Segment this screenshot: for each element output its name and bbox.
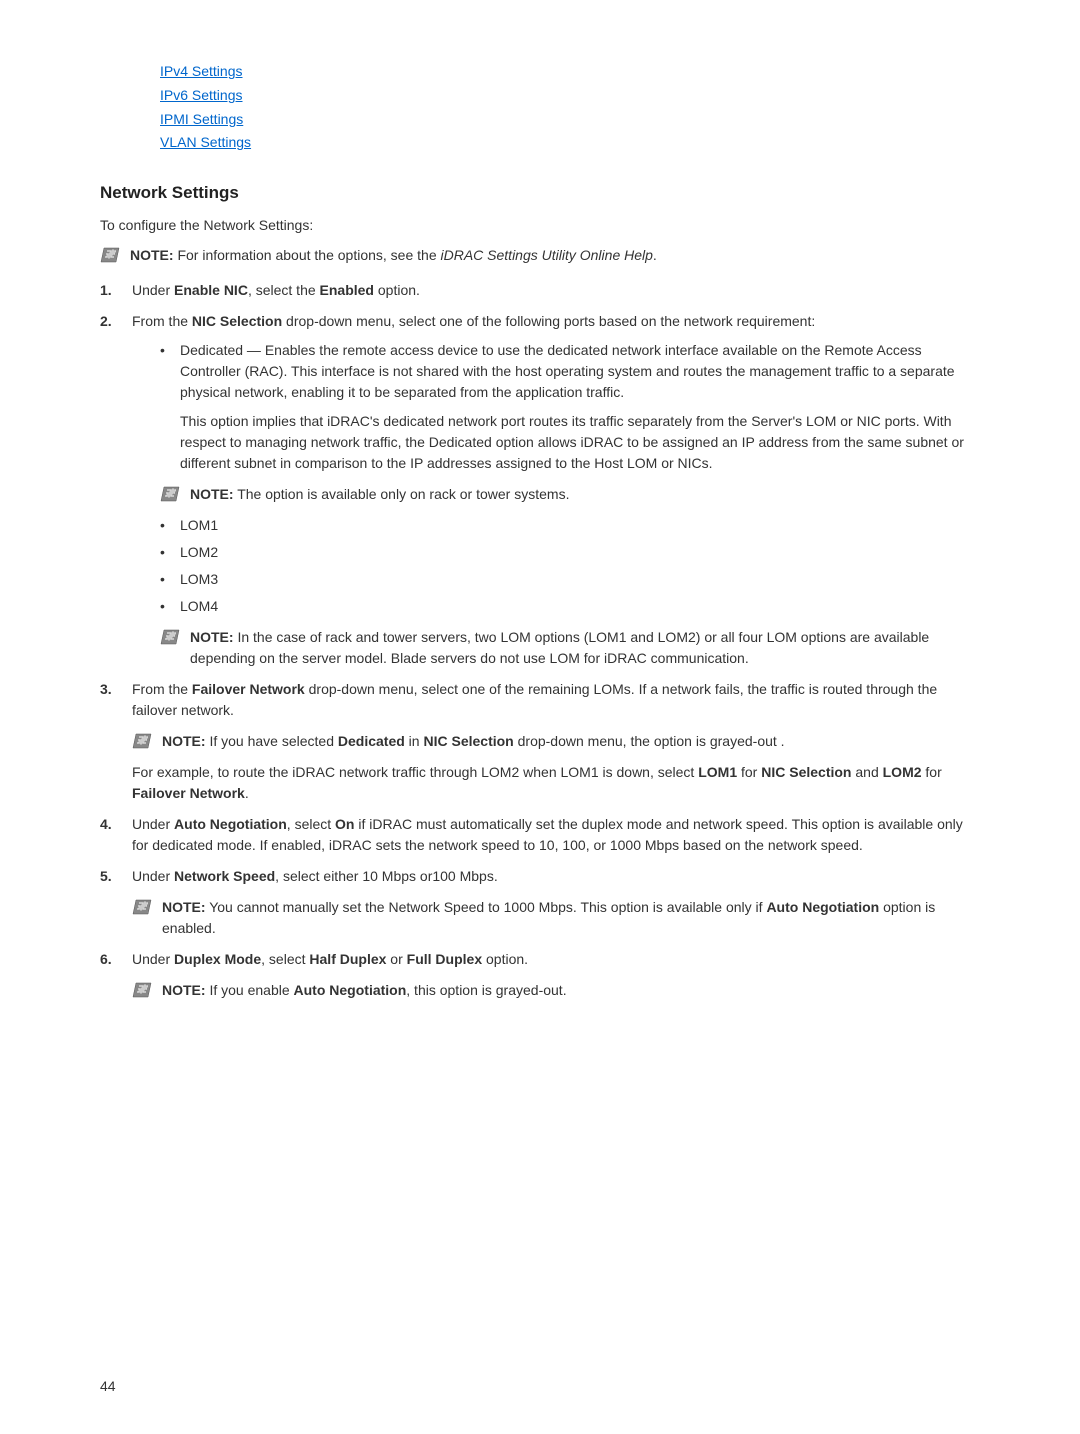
note2-text: In the case of rack and tower servers, t… — [190, 629, 929, 666]
link-vlan[interactable]: VLAN Settings — [160, 131, 980, 155]
note1-text: The option is available only on rack or … — [234, 486, 570, 502]
ex-b2: NIC Selection — [761, 764, 851, 780]
note-icon — [160, 629, 180, 645]
page-number: 44 — [100, 1378, 116, 1394]
step4-t2: , select — [287, 816, 335, 832]
note-text-part1: For information about the options, see t… — [174, 247, 441, 263]
ex-t2: for — [737, 764, 761, 780]
note2-label: NOTE: — [190, 629, 234, 645]
link-ipv6[interactable]: IPv6 Settings — [160, 84, 980, 108]
note-icon — [132, 899, 152, 915]
step1-suffix: option. — [374, 282, 420, 298]
step1-text: Under — [132, 282, 174, 298]
note-auto-negotiation: NOTE: If you enable Auto Negotiation, th… — [132, 980, 980, 1001]
section-heading: Network Settings — [100, 183, 980, 203]
step6-b2: Half Duplex — [309, 951, 386, 967]
step5-note-t1: You cannot manually set the Network Spee… — [206, 899, 767, 915]
step3-note-t1: If you have selected — [206, 733, 338, 749]
step-4: Under Auto Negotiation, select On if iDR… — [100, 814, 980, 856]
note-icon — [100, 247, 120, 263]
ex-b3: LOM2 — [883, 764, 922, 780]
note-rack-tower: NOTE: The option is available only on ra… — [132, 484, 980, 505]
step5-note-label: NOTE: — [162, 899, 206, 915]
related-links: IPv4 Settings IPv6 Settings IPMI Setting… — [100, 60, 980, 155]
step3-note-b1: Dedicated — [338, 733, 405, 749]
ex-b4: Failover Network — [132, 785, 245, 801]
step6-t4: option. — [482, 951, 528, 967]
link-ipmi[interactable]: IPMI Settings — [160, 108, 980, 132]
ex-t5: . — [245, 785, 249, 801]
step6-note-t2: , this option is grayed-out. — [406, 982, 566, 998]
dedicated-para: This option implies that iDRAC's dedicat… — [180, 411, 980, 474]
note-network-speed: NOTE: You cannot manually set the Networ… — [132, 897, 980, 939]
step3-note-b2: NIC Selection — [423, 733, 513, 749]
step1-bold1: Enable NIC — [174, 282, 248, 298]
step3-note-t2: in — [405, 733, 424, 749]
bullet-lom1: LOM1 — [160, 515, 980, 536]
step-2: From the NIC Selection drop-down menu, s… — [100, 311, 980, 669]
step1-mid: , select the — [248, 282, 320, 298]
step5-t2: , select either 10 Mbps or100 Mbps. — [275, 868, 498, 884]
step3-note-label: NOTE: — [162, 733, 206, 749]
step5-t1: Under — [132, 868, 174, 884]
ex-b1: LOM1 — [698, 764, 737, 780]
step6-note-label: NOTE: — [162, 982, 206, 998]
ex-t3: and — [851, 764, 882, 780]
step-6: Under Duplex Mode, select Half Duplex or… — [100, 949, 980, 1001]
step-5: Under Network Speed, select either 10 Mb… — [100, 866, 980, 939]
note-icon — [132, 982, 152, 998]
step3-prefix: From the — [132, 681, 192, 697]
note-italic: iDRAC Settings Utility Online Help — [441, 247, 653, 263]
step4-t1: Under — [132, 816, 174, 832]
note-dedicated-grayed: NOTE: If you have selected Dedicated in … — [132, 731, 980, 752]
note-lom-options: NOTE: In the case of rack and tower serv… — [132, 627, 980, 669]
link-ipv4[interactable]: IPv4 Settings — [160, 60, 980, 84]
bullet-dedicated: Dedicated — Enables the remote access de… — [160, 340, 980, 474]
step5-b1: Network Speed — [174, 868, 275, 884]
step1-bold2: Enabled — [320, 282, 374, 298]
note-label: NOTE: — [130, 247, 174, 263]
step3-example: For example, to route the iDRAC network … — [132, 762, 980, 804]
steps-list: Under Enable NIC, select the Enabled opt… — [100, 280, 980, 1001]
bullet-lom2: LOM2 — [160, 542, 980, 563]
step5-note-b1: Auto Negotiation — [766, 899, 879, 915]
step2-prefix: From the — [132, 313, 192, 329]
note-info-help: NOTE: For information about the options,… — [100, 245, 980, 266]
step4-b2: On — [335, 816, 354, 832]
step6-t1: Under — [132, 951, 174, 967]
step6-b3: Full Duplex — [407, 951, 482, 967]
bullet-dedicated-text: Dedicated — Enables the remote access de… — [180, 342, 955, 400]
step2-suffix: drop-down menu, select one of the follow… — [282, 313, 815, 329]
intro-text: To configure the Network Settings: — [100, 217, 980, 233]
bullet-lom4: LOM4 — [160, 596, 980, 617]
ex-t1: For example, to route the iDRAC network … — [132, 764, 698, 780]
bullet-lom3: LOM3 — [160, 569, 980, 590]
step3-note-t3: drop-down menu, the option is grayed-out… — [514, 733, 785, 749]
step6-t2: , select — [261, 951, 309, 967]
note1-label: NOTE: — [190, 486, 234, 502]
note-icon — [160, 486, 180, 502]
step6-t3: or — [386, 951, 406, 967]
note-suffix: . — [653, 247, 657, 263]
step-3: From the Failover Network drop-down menu… — [100, 679, 980, 804]
note-icon — [132, 733, 152, 749]
step4-b1: Auto Negotiation — [174, 816, 287, 832]
step6-b1: Duplex Mode — [174, 951, 261, 967]
step6-note-t1: If you enable — [206, 982, 294, 998]
step6-note-b1: Auto Negotiation — [294, 982, 407, 998]
ex-t4: for — [922, 764, 942, 780]
step3-bold1: Failover Network — [192, 681, 305, 697]
step2-bold1: NIC Selection — [192, 313, 282, 329]
step-1: Under Enable NIC, select the Enabled opt… — [100, 280, 980, 301]
